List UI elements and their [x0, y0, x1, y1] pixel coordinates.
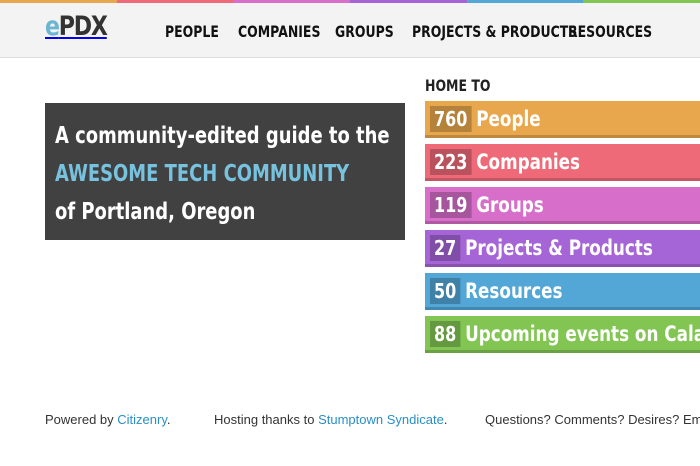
footer-powered-suffix: .: [166, 412, 171, 427]
stat-count: 760: [430, 106, 472, 132]
stat-count: 88: [430, 321, 461, 347]
stat-label: Upcoming events on Calagator: [465, 322, 700, 346]
footer-hosting-suffix: .: [443, 412, 448, 427]
stat-label: Projects & Products: [465, 236, 653, 260]
footer-powered: Powered by Citizenry.: [45, 412, 171, 427]
nav-people[interactable]: PEOPLE: [165, 22, 219, 41]
stat-label: Companies: [476, 150, 581, 174]
hero-line-1: A community-edited guide to the: [55, 123, 390, 149]
stat-label: Groups: [476, 193, 544, 217]
stat-label: Resources: [465, 279, 563, 303]
stat-bar-people[interactable]: 760 People: [425, 101, 700, 138]
nav-companies[interactable]: COMPANIES: [238, 22, 320, 41]
stat-count: 27: [430, 235, 461, 261]
stumptown-syndicate-link[interactable]: Stumptown Syndicate: [318, 412, 444, 427]
hero-line-3: of Portland, Oregon: [55, 199, 256, 225]
stat-bar-resources[interactable]: 50 Resources: [425, 273, 700, 310]
citizenry-link[interactable]: Citizenry: [117, 412, 167, 427]
logo-e: e: [45, 11, 60, 42]
footer-powered-prefix: Powered by: [45, 412, 118, 427]
footer-hosting: Hosting thanks to Stumptown Syndicate.: [214, 412, 447, 427]
footer-questions: Questions? Comments? Desires? Email: [485, 412, 700, 427]
stat-count: 223: [430, 149, 472, 175]
stat-bar-projects[interactable]: 27 Projects & Products: [425, 230, 700, 267]
page: ePDX PEOPLE COMPANIES GROUPS PROJECTS & …: [0, 0, 700, 466]
stat-bar-groups[interactable]: 119 Groups: [425, 187, 700, 224]
logo-pdx: PDX: [58, 11, 108, 42]
home-to-heading: HOME TO: [425, 76, 491, 95]
nav-resources[interactable]: RESOURCES: [568, 22, 652, 41]
stat-count: 50: [430, 278, 461, 304]
stat-label: People: [476, 107, 541, 131]
nav-projects-products[interactable]: PROJECTS & PRODUCTS: [412, 22, 577, 41]
hero-box: A community-edited guide to the AWESOME …: [45, 103, 405, 240]
hero-line-2: AWESOME TECH COMMUNITY: [55, 161, 350, 187]
stat-count: 119: [430, 192, 472, 218]
site-header: ePDX PEOPLE COMPANIES GROUPS PROJECTS & …: [0, 3, 700, 58]
stat-bar-companies[interactable]: 223 Companies: [425, 144, 700, 181]
nav-groups[interactable]: GROUPS: [335, 22, 394, 41]
footer-hosting-prefix: Hosting thanks to: [214, 412, 319, 427]
site-logo[interactable]: ePDX: [45, 11, 108, 42]
stat-bar-events[interactable]: 88Upcoming events on Calagator: [425, 316, 700, 353]
